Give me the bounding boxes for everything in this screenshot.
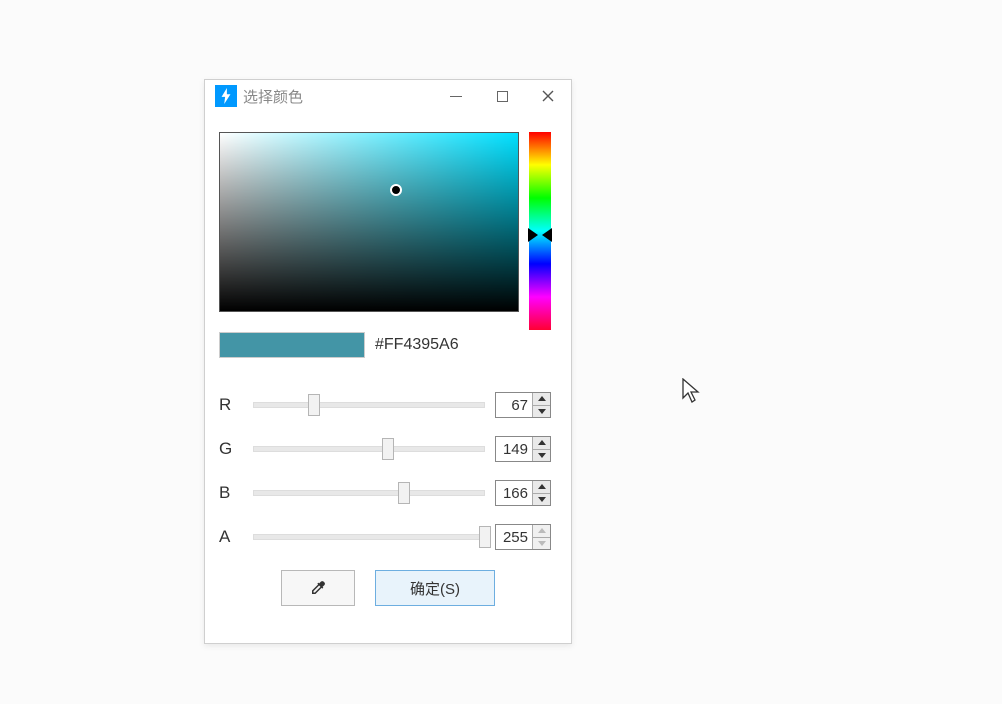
minimize-button[interactable] xyxy=(433,80,479,112)
mouse-cursor xyxy=(682,378,702,407)
ok-button[interactable]: 确定(S) xyxy=(375,570,495,606)
alpha-input[interactable] xyxy=(496,525,532,549)
alpha-step-up[interactable] xyxy=(533,525,550,538)
green-label: G xyxy=(219,439,241,459)
app-icon xyxy=(215,85,237,107)
red-input[interactable] xyxy=(496,393,532,417)
blue-step-up[interactable] xyxy=(533,481,550,494)
alpha-row: A xyxy=(219,524,557,550)
alpha-input-group xyxy=(495,524,551,550)
red-slider[interactable] xyxy=(253,394,485,416)
green-slider[interactable] xyxy=(253,438,485,460)
blue-input-group xyxy=(495,480,551,506)
alpha-slider[interactable] xyxy=(253,526,485,548)
blue-row: B xyxy=(219,480,557,506)
red-step-up[interactable] xyxy=(533,393,550,406)
close-button[interactable] xyxy=(525,80,571,112)
red-step-down[interactable] xyxy=(533,406,550,418)
blue-label: B xyxy=(219,483,241,503)
dialog-title: 选择颜色 xyxy=(243,86,303,107)
red-label: R xyxy=(219,395,241,415)
red-row: R xyxy=(219,392,557,418)
blue-input[interactable] xyxy=(496,481,532,505)
hex-value: #FF4395A6 xyxy=(375,336,459,354)
sv-cursor[interactable] xyxy=(390,184,402,196)
saturation-value-panel[interactable] xyxy=(219,132,519,312)
close-icon xyxy=(542,90,554,102)
green-input[interactable] xyxy=(496,437,532,461)
ok-button-label: 确定(S) xyxy=(410,578,460,599)
green-input-group xyxy=(495,436,551,462)
alpha-step-down[interactable] xyxy=(533,538,550,550)
green-row: G xyxy=(219,436,557,462)
blue-slider[interactable] xyxy=(253,482,485,504)
eyedropper-icon xyxy=(309,579,327,597)
color-picker-dialog: 选择颜色 #FF4395A6 xyxy=(204,79,572,644)
green-step-up[interactable] xyxy=(533,437,550,450)
green-step-down[interactable] xyxy=(533,450,550,462)
hue-slider[interactable] xyxy=(529,132,551,330)
color-swatch xyxy=(219,332,365,358)
titlebar: 选择颜色 xyxy=(205,80,571,112)
alpha-label: A xyxy=(219,527,241,547)
maximize-button[interactable] xyxy=(479,80,525,112)
red-input-group xyxy=(495,392,551,418)
maximize-icon xyxy=(497,91,508,102)
eyedropper-button[interactable] xyxy=(281,570,355,606)
minimize-icon xyxy=(450,96,462,97)
blue-step-down[interactable] xyxy=(533,494,550,506)
